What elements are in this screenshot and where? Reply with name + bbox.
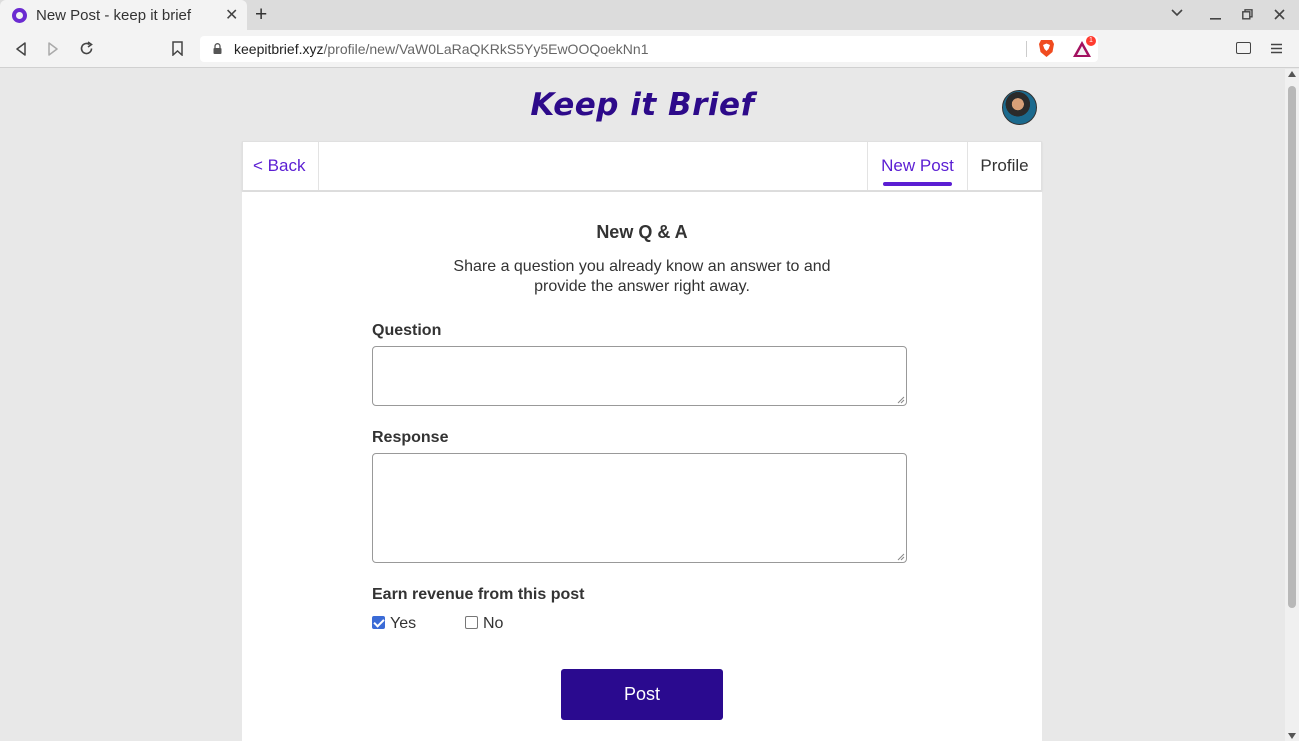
back-link[interactable]: < Back bbox=[243, 142, 319, 190]
revenue-yes-label: Yes bbox=[390, 615, 417, 632]
tab-profile-label: Profile bbox=[980, 156, 1029, 175]
revenue-no-checkbox[interactable] bbox=[465, 616, 478, 629]
url-path: /profile/new/VaW0LaRaQKRkS5Yy5EwOOQoekNn… bbox=[323, 41, 649, 57]
revenue-yes-option[interactable]: Yes bbox=[372, 615, 416, 633]
url-host: keepitbrief.xyz bbox=[234, 41, 324, 57]
post-button[interactable]: Post bbox=[561, 669, 723, 720]
form-title: New Q & A bbox=[596, 222, 688, 242]
restore-icon[interactable] bbox=[1242, 9, 1253, 20]
question-label: Question bbox=[372, 322, 442, 339]
tab-profile[interactable]: Profile bbox=[967, 142, 1041, 190]
wallet-icon[interactable] bbox=[1236, 42, 1251, 54]
tab-list-chevron-down-icon[interactable] bbox=[1171, 9, 1183, 17]
response-textarea[interactable] bbox=[372, 453, 907, 563]
page-scrollbar[interactable] bbox=[1285, 69, 1299, 741]
page-nav: < Back New Post Profile bbox=[242, 141, 1042, 191]
new-post-form: New Q & A Share a question you already k… bbox=[242, 192, 1042, 741]
revenue-yes-checkbox[interactable] bbox=[372, 616, 385, 629]
address-bar-divider bbox=[1026, 41, 1027, 57]
user-avatar[interactable] bbox=[1002, 90, 1037, 125]
tab-new-post-label: New Post bbox=[881, 156, 954, 175]
site-favicon-icon bbox=[12, 8, 27, 23]
revenue-no-option[interactable]: No bbox=[465, 615, 503, 633]
address-bar[interactable]: keepitbrief.xyz/profile/new/VaW0LaRaQKRk… bbox=[200, 36, 1098, 62]
brave-shields-icon[interactable] bbox=[1038, 39, 1055, 58]
site-logo[interactable]: Keep it Brief bbox=[0, 87, 1285, 123]
tab-title: New Post - keep it brief bbox=[36, 7, 192, 24]
close-window-icon[interactable] bbox=[1274, 9, 1285, 20]
revenue-label: Earn revenue from this post bbox=[372, 586, 585, 603]
forward-arrow-icon[interactable] bbox=[47, 42, 59, 56]
resize-grip-icon[interactable] bbox=[897, 553, 905, 561]
response-label: Response bbox=[372, 429, 449, 446]
reload-icon[interactable] bbox=[79, 41, 94, 56]
new-tab-button[interactable]: + bbox=[255, 3, 267, 27]
active-tab-indicator bbox=[883, 182, 952, 186]
close-tab-icon[interactable]: ✕ bbox=[225, 5, 238, 25]
scroll-down-arrow-icon[interactable] bbox=[1288, 733, 1296, 739]
revenue-no-label: No bbox=[483, 615, 504, 632]
browser-tab-bar: New Post - keep it brief ✕ + bbox=[0, 0, 1299, 30]
scroll-up-arrow-icon[interactable] bbox=[1288, 71, 1296, 77]
tab-new-post[interactable]: New Post bbox=[867, 142, 967, 190]
back-arrow-icon[interactable] bbox=[15, 42, 27, 56]
rewards-badge: 1 bbox=[1086, 36, 1096, 46]
minimize-icon[interactable] bbox=[1210, 18, 1221, 20]
resize-grip-icon[interactable] bbox=[897, 396, 905, 404]
browser-toolbar: keepitbrief.xyz/profile/new/VaW0LaRaQKRk… bbox=[0, 30, 1299, 68]
bookmark-icon[interactable] bbox=[172, 41, 183, 56]
page-viewport: Keep it Brief < Back New Post Profile Ne… bbox=[0, 69, 1285, 741]
url-text[interactable]: keepitbrief.xyz/profile/new/VaW0LaRaQKRk… bbox=[234, 41, 648, 57]
scrollbar-thumb[interactable] bbox=[1288, 86, 1296, 608]
question-textarea[interactable] bbox=[372, 346, 907, 406]
hamburger-menu-icon[interactable] bbox=[1270, 43, 1283, 54]
browser-tab-active[interactable]: New Post - keep it brief ✕ bbox=[0, 0, 247, 30]
lock-icon bbox=[213, 43, 222, 54]
form-description: Share a question you already know an ans… bbox=[453, 258, 831, 295]
